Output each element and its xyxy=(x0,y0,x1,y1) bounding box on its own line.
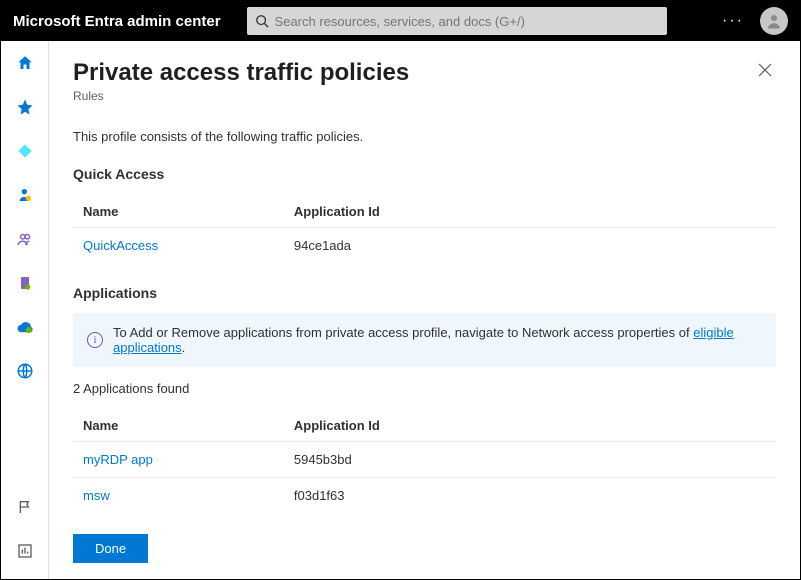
column-header-appid: Application Id xyxy=(284,410,776,442)
nav-flag[interactable] xyxy=(15,497,35,517)
nav-devices[interactable] xyxy=(15,273,35,293)
main-content: Private access traffic policies Rules Th… xyxy=(49,41,800,579)
diamond-icon xyxy=(17,143,33,159)
left-nav xyxy=(1,41,49,579)
search-icon xyxy=(255,14,269,28)
application-appid: f03d1f63 xyxy=(284,478,776,514)
quick-access-name-link[interactable]: QuickAccess xyxy=(73,228,284,264)
column-header-appid: Application Id xyxy=(284,196,776,228)
nav-security[interactable] xyxy=(15,317,35,337)
cloud-icon xyxy=(16,320,34,334)
done-button[interactable]: Done xyxy=(73,534,148,563)
nav-network[interactable] xyxy=(15,361,35,381)
table-row: msw f03d1f63 xyxy=(73,478,776,514)
more-button[interactable]: ··· xyxy=(712,12,754,30)
close-button[interactable] xyxy=(754,59,776,84)
applications-table: Name Application Id myRDP app 5945b3bd m… xyxy=(73,410,776,513)
column-header-name: Name xyxy=(73,410,284,442)
application-appid: 5945b3bd xyxy=(284,442,776,478)
home-icon xyxy=(16,54,34,72)
top-header: Microsoft Entra admin center ··· xyxy=(1,1,800,41)
page-subtitle: Rules xyxy=(73,89,409,103)
globe-icon xyxy=(16,362,34,380)
column-header-name: Name xyxy=(73,196,284,228)
search-input[interactable] xyxy=(275,14,659,29)
quick-access-heading: Quick Access xyxy=(73,166,776,182)
nav-users[interactable] xyxy=(15,185,35,205)
page-description: This profile consists of the following t… xyxy=(73,129,776,144)
quick-access-table: Name Application Id QuickAccess 94ce1ada xyxy=(73,196,776,263)
chart-icon xyxy=(17,543,33,559)
star-icon xyxy=(16,98,34,116)
applications-count: 2 Applications found xyxy=(73,381,776,396)
brand-label: Microsoft Entra admin center xyxy=(13,13,221,30)
nav-groups[interactable] xyxy=(15,229,35,249)
info-text: To Add or Remove applications from priva… xyxy=(113,325,762,355)
nav-report[interactable] xyxy=(15,541,35,561)
info-icon: i xyxy=(87,332,103,348)
info-banner: i To Add or Remove applications from pri… xyxy=(73,313,776,367)
device-icon xyxy=(17,275,33,291)
person-badge-icon xyxy=(17,186,33,204)
table-row: QuickAccess 94ce1ada xyxy=(73,228,776,264)
user-avatar[interactable] xyxy=(760,7,788,35)
table-row: myRDP app 5945b3bd xyxy=(73,442,776,478)
person-icon xyxy=(765,12,783,30)
flag-icon xyxy=(17,499,33,515)
close-icon xyxy=(758,63,772,77)
group-icon xyxy=(16,230,34,248)
page-title: Private access traffic policies xyxy=(73,59,409,87)
applications-heading: Applications xyxy=(73,285,776,301)
nav-home[interactable] xyxy=(15,53,35,73)
nav-favorites[interactable] xyxy=(15,97,35,117)
search-box[interactable] xyxy=(247,7,667,35)
nav-identity[interactable] xyxy=(15,141,35,161)
application-name-link[interactable]: msw xyxy=(73,478,284,514)
quick-access-appid: 94ce1ada xyxy=(284,228,776,264)
application-name-link[interactable]: myRDP app xyxy=(73,442,284,478)
